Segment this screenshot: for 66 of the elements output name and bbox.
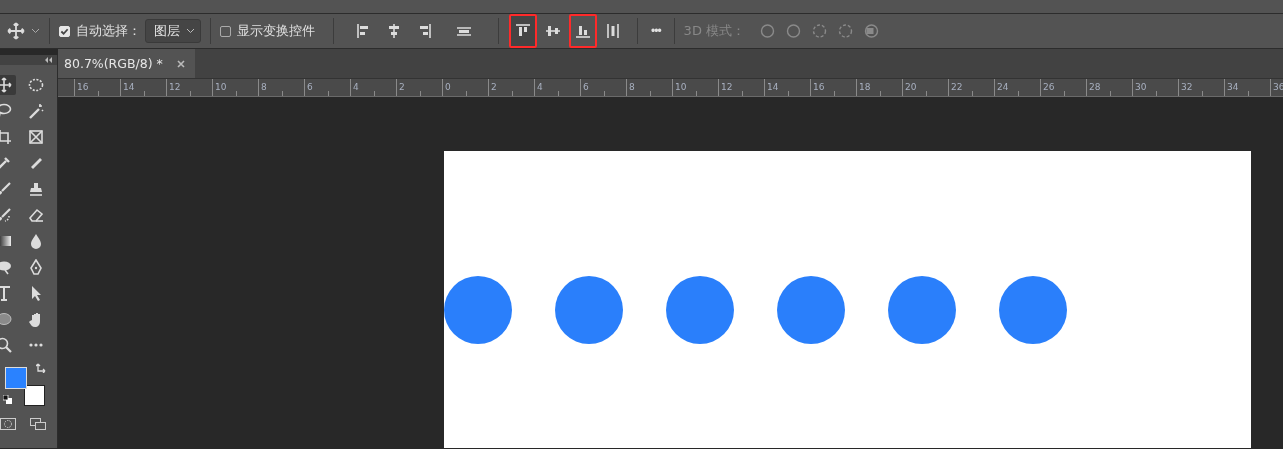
magic-wand-icon (28, 103, 44, 119)
more-button[interactable]: ••• (647, 24, 665, 38)
frame-icon (28, 129, 44, 145)
caret-icon (186, 28, 195, 34)
ruler-label: 18 (859, 82, 871, 92)
caret-icon[interactable] (31, 28, 40, 34)
ellipse-marquee-icon (28, 77, 44, 93)
eraser-icon (28, 207, 44, 223)
ruler-label: 8 (261, 82, 267, 92)
background-swatch[interactable] (24, 385, 45, 406)
align-bottom-icon (575, 23, 591, 39)
ruler-label: 6 (583, 82, 589, 92)
align-hcenter-icon (386, 23, 402, 39)
ruler-label: 4 (353, 82, 359, 92)
show-transform-label: 显示变换控件 (237, 22, 315, 40)
ruler-label: 2 (399, 82, 405, 92)
move-icon (7, 22, 25, 40)
pen-icon (28, 259, 44, 275)
checkbox[interactable] (220, 25, 231, 37)
text-tool-icon (0, 285, 12, 301)
distribute-v-icon (605, 23, 621, 39)
ruler-label: 8 (629, 82, 635, 92)
ruler-label: 16 (77, 82, 89, 92)
ruler-label: 36 (1273, 82, 1283, 92)
document-title: 80.7%(RGB/8) * (64, 56, 163, 71)
history-brush-icon (0, 207, 12, 223)
move-icon (0, 77, 12, 93)
ruler-label: 16 (813, 82, 825, 92)
ruler-label: 6 (307, 82, 313, 92)
quick-mask-icon[interactable] (0, 418, 16, 430)
layer-dropdown[interactable]: 图层 (145, 19, 201, 43)
drop-icon (28, 233, 44, 249)
ruler-label: 10 (675, 82, 687, 92)
align-bottom-button[interactable] (569, 14, 597, 48)
ruler-label: 2 (491, 82, 497, 92)
close-icon[interactable] (176, 59, 185, 68)
brush-icon (0, 181, 12, 197)
ruler-label: 10 (215, 82, 227, 92)
ruler-label: 12 (721, 82, 733, 92)
ruler-label: 0 (445, 82, 451, 92)
screen-mode-icon[interactable] (30, 418, 46, 430)
default-colors-icon[interactable] (3, 395, 12, 404)
ruler-label: 30 (1135, 82, 1147, 92)
ruler-label: 4 (537, 82, 543, 92)
ruler-label: 14 (123, 82, 135, 92)
ruler-label: 24 (997, 82, 1009, 92)
swap-icon[interactable] (36, 363, 46, 373)
align-top-icon (515, 23, 531, 39)
ruler-label: 12 (169, 82, 181, 92)
zoom-icon (0, 337, 12, 353)
ruler-label: 28 (1089, 82, 1101, 92)
ruler-label: 14 (767, 82, 779, 92)
crop-icon (0, 129, 12, 145)
ruler-label: 32 (1181, 82, 1193, 92)
auto-select-label: 自动选择： (76, 22, 141, 40)
ruler-label: 26 (1043, 82, 1055, 92)
align-top-button[interactable] (509, 14, 537, 48)
align-vcenter-icon (545, 23, 561, 39)
collapse-icon[interactable] (45, 57, 53, 63)
ruler-label: 20 (905, 82, 917, 92)
foreground-swatch[interactable] (5, 367, 27, 389)
stamp-icon (28, 181, 44, 197)
ruler-label: 22 (951, 82, 963, 92)
ruler-label: 34 (1227, 82, 1239, 92)
document-tab[interactable]: 80.7%(RGB/8) * (58, 49, 195, 78)
gradient-icon (0, 233, 12, 249)
